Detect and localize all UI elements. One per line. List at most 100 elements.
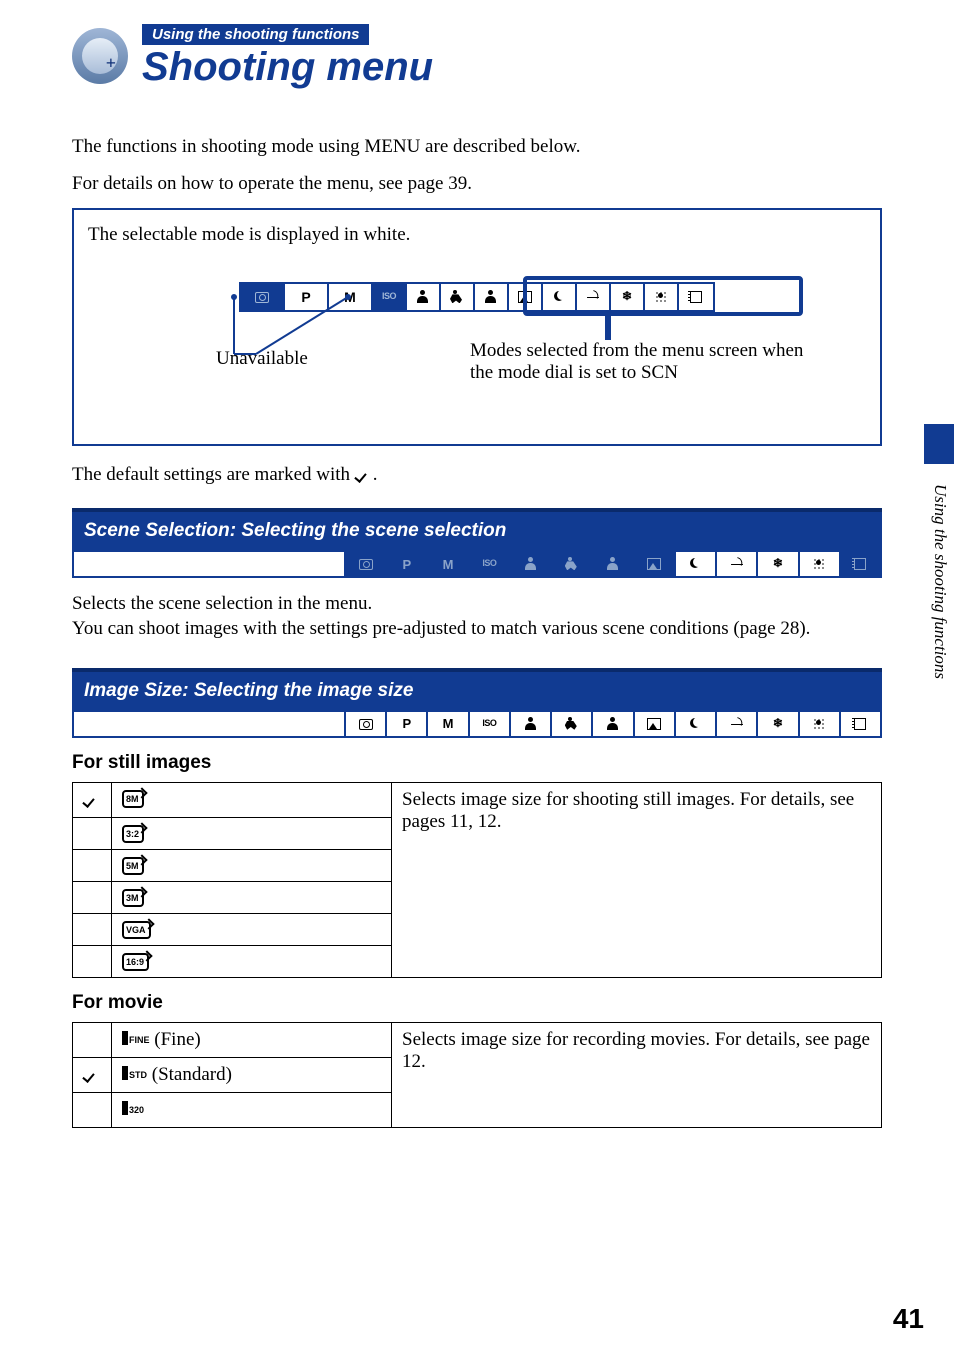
intro-line-1: The functions in shooting mode using MEN…: [72, 135, 882, 160]
scene-selection-bar: Scene Selection: Selecting the scene sel…: [72, 508, 882, 550]
size-icon-cell: 3:2: [112, 817, 392, 849]
twilight-portrait-icon: [475, 284, 509, 310]
snow-icon: [758, 712, 799, 736]
default-cell: [73, 849, 112, 881]
snow-icon: [611, 284, 645, 310]
m-mode: M: [329, 284, 373, 310]
beach-icon: [717, 552, 758, 576]
landscape-icon: [635, 552, 676, 576]
twilight-icon: [676, 712, 717, 736]
movie-subhead: For movie: [72, 992, 882, 1014]
p-mode: P: [387, 552, 428, 576]
twilight-icon: [543, 284, 577, 310]
image-size-ability-strip: PMISO: [72, 710, 882, 738]
movie-size-icon: FINE: [122, 1031, 150, 1045]
iso-mode: ISO: [470, 712, 511, 736]
still-description: Selects image size for shooting still im…: [392, 782, 882, 977]
default-cell: [73, 1022, 112, 1057]
m-mode: M: [428, 552, 469, 576]
snow-icon: [758, 552, 799, 576]
size-icon: VGA: [122, 921, 151, 939]
p-mode: P: [387, 712, 428, 736]
scn-annotation: Modes selected from the menu screen when…: [470, 340, 830, 384]
fireworks-icon: [800, 552, 841, 576]
fireworks-icon: [645, 284, 679, 310]
twilight-portrait-icon: [593, 712, 634, 736]
side-tab: Using the shooting functions: [924, 424, 954, 884]
mode-box-caption: The selectable mode is displayed in whit…: [88, 224, 866, 246]
size-icon-cell: 8M: [112, 782, 392, 817]
default-cell: [73, 782, 112, 817]
landscape-icon: [509, 284, 543, 310]
movie-icon-cell: 320: [112, 1092, 392, 1127]
size-icon: 8M: [122, 790, 144, 808]
size-icon-cell: 5M: [112, 849, 392, 881]
beach-icon: [717, 712, 758, 736]
default-cell: [73, 817, 112, 849]
portrait-icon: [511, 552, 552, 576]
movie-image-size-table: FINE (Fine)Selects image size for record…: [72, 1022, 882, 1128]
page-title: Shooting menu: [142, 47, 433, 87]
check-icon: [83, 1067, 101, 1081]
movie-icon: [841, 712, 880, 736]
unavailable-annotation: Unavailable: [216, 348, 308, 370]
twilight-icon: [676, 552, 717, 576]
sports-icon: [441, 284, 475, 310]
scene-selection-body: Selects the scene selection in the menu.…: [72, 592, 882, 641]
movie-icon-cell: FINE (Fine): [112, 1022, 392, 1057]
image-size-bar: Image Size: Selecting the image size: [72, 668, 882, 710]
m-mode: M: [428, 712, 469, 736]
check-icon: [83, 792, 101, 806]
iso-mode: ISO: [373, 284, 407, 310]
default-cell: [73, 913, 112, 945]
default-cell: [73, 881, 112, 913]
size-icon-cell: VGA: [112, 913, 392, 945]
mode-explanation-box: The selectable mode is displayed in whit…: [72, 208, 882, 446]
movie-icon-cell: STD (Standard): [112, 1057, 392, 1092]
section-icon: [72, 28, 128, 84]
side-tab-marker: [924, 424, 954, 464]
landscape-icon: [635, 712, 676, 736]
intro-line-2: For details on how to operate the menu, …: [72, 172, 882, 197]
twilight-portrait-icon: [593, 552, 634, 576]
still-image-size-table: 8M Selects image size for shooting still …: [72, 782, 882, 978]
chapter-label: Using the shooting functions: [142, 24, 369, 45]
table-row: FINE (Fine)Selects image size for record…: [73, 1022, 882, 1057]
default-cell: [73, 945, 112, 977]
table-row: 8MSelects image size for shooting still …: [73, 782, 882, 817]
sports-icon: [552, 712, 593, 736]
iso-mode: ISO: [470, 552, 511, 576]
size-icon: 5M: [122, 857, 144, 875]
movie-icon: [679, 284, 713, 310]
side-tab-label: Using the shooting functions: [930, 484, 950, 679]
mode-strip: PMISO: [239, 282, 715, 312]
page-number: 41: [893, 1303, 924, 1335]
size-icon: 3M: [122, 889, 144, 907]
default-note-post: .: [373, 464, 378, 485]
size-icon: 3:2: [122, 825, 144, 843]
auto-icon: [241, 284, 285, 310]
beach-icon: [577, 284, 611, 310]
auto-icon: [346, 552, 387, 576]
default-cell: [73, 1057, 112, 1092]
check-icon: [355, 467, 373, 481]
default-note-pre: The default settings are marked with: [72, 464, 355, 485]
size-icon-cell: 16:9: [112, 945, 392, 977]
movie-size-icon: 320: [122, 1101, 144, 1115]
movie-size-icon: STD: [122, 1066, 147, 1080]
page-header: Using the shooting functions Shooting me…: [72, 24, 882, 87]
movie-description: Selects image size for recording movies.…: [392, 1022, 882, 1127]
auto-icon: [346, 712, 387, 736]
default-marker-note: The default settings are marked with .: [72, 464, 882, 486]
portrait-icon: [407, 284, 441, 310]
portrait-icon: [511, 712, 552, 736]
still-subhead: For still images: [72, 752, 882, 774]
sports-icon: [552, 552, 593, 576]
movie-icon: [841, 552, 880, 576]
size-icon-cell: 3M: [112, 881, 392, 913]
default-cell: [73, 1092, 112, 1127]
size-icon: 16:9: [122, 953, 149, 971]
p-mode: P: [285, 284, 329, 310]
scene-ability-strip: PMISO: [72, 550, 882, 578]
fireworks-icon: [800, 712, 841, 736]
